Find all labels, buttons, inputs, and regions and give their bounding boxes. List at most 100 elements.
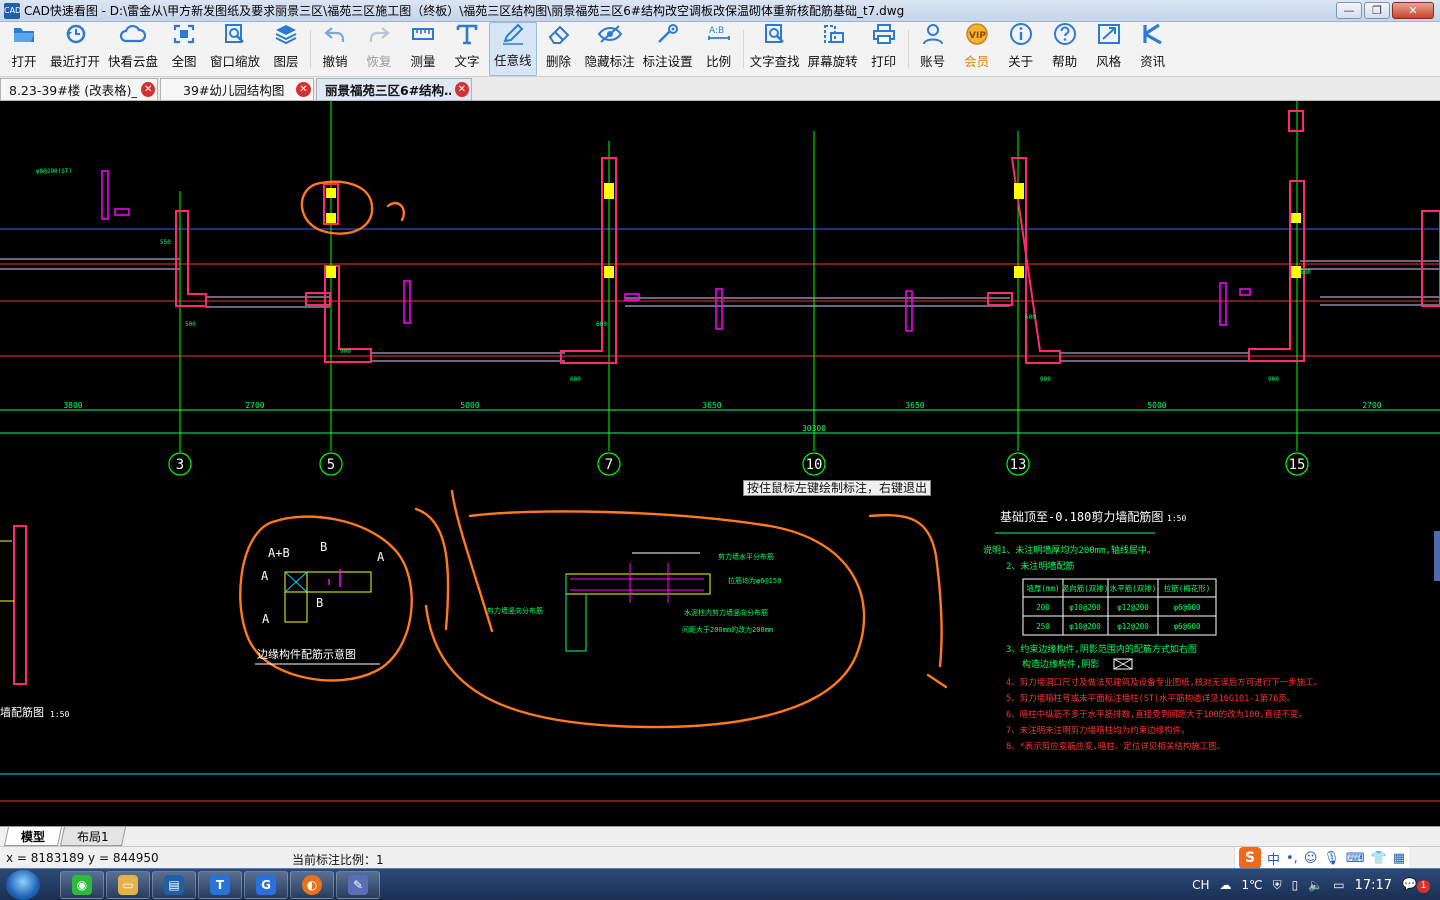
minimize-button[interactable]: —	[1336, 2, 1362, 19]
notification-icon[interactable]: 💬 1	[1402, 877, 1430, 893]
ime-emoji-icon[interactable]: ☺	[1304, 851, 1318, 866]
security-shield-icon[interactable]: ⛨	[1273, 878, 1282, 893]
close-tab-icon[interactable]: ✕	[454, 82, 469, 97]
detail-label: A	[261, 569, 269, 583]
table-cell: 250	[1036, 622, 1050, 631]
help-button[interactable]: 帮助	[1043, 22, 1087, 76]
annotation-settings-button[interactable]: 标注设置	[639, 22, 697, 76]
dimension-text: 5000	[1147, 401, 1166, 410]
table-header: 竖向筋(双排)	[1062, 583, 1109, 593]
tab-model[interactable]: 模型	[3, 827, 63, 846]
detail-label: 剪力墙水平分布筋	[718, 552, 774, 561]
print-label: 打印	[871, 54, 897, 69]
news-icon	[1140, 22, 1166, 46]
dimension-note: 600	[1025, 314, 1036, 321]
ime-skin-icon[interactable]: 👕	[1371, 851, 1387, 866]
start-button[interactable]	[6, 870, 40, 900]
firefox-icon: ◐	[302, 875, 322, 895]
about-label: 关于	[1008, 54, 1034, 69]
taskbar-app-cad[interactable]: ▤	[152, 871, 196, 899]
ime-voice-icon[interactable]: 🎙	[1323, 851, 1340, 866]
drawing-canvas[interactable]: 3800 2700 5000 3650 3650 5000 2700 30300	[0, 101, 1440, 826]
tray-language[interactable]: CH	[1192, 878, 1209, 892]
about-button[interactable]: 关于	[999, 22, 1043, 76]
dimension-note: 900	[340, 348, 351, 355]
cloud-disk-button[interactable]: 快看云盘	[104, 22, 162, 76]
restore-button[interactable]: ❐	[1364, 2, 1390, 19]
dimension-note: 900	[1040, 376, 1051, 383]
close-button[interactable]: ✕	[1392, 2, 1434, 19]
redo-button[interactable]: 恢复	[357, 22, 401, 76]
taskbar-app-google[interactable]: G	[244, 871, 288, 899]
close-tab-icon[interactable]: ✕	[296, 82, 311, 97]
display-icon[interactable]: ▭	[1333, 878, 1344, 892]
detail-label: A	[262, 612, 270, 626]
open-button[interactable]: 打开	[2, 22, 46, 76]
network-icon[interactable]: ▯	[1292, 878, 1299, 892]
table-cell: φ12@200	[1117, 622, 1149, 631]
layers-button[interactable]: 图层	[264, 22, 308, 76]
freehand-pen-icon	[500, 23, 526, 45]
print-button[interactable]: 打印	[862, 22, 906, 76]
weather-temp[interactable]: 1℃	[1242, 878, 1263, 892]
text-label: 文字	[454, 54, 480, 69]
document-tabs: 8.23-39#楼 (改表格)_t3 ✕ 39#幼儿园结构图 ✕ 丽景福苑三区6…	[0, 77, 1440, 101]
delete-button[interactable]: 删除	[537, 22, 581, 76]
tab-document-3[interactable]: 丽景福苑三区6#结构… ✕	[316, 78, 472, 100]
taskbar-app-explorer[interactable]: ▭	[106, 871, 150, 899]
open-label: 打开	[11, 54, 37, 69]
taskbar-app-tool[interactable]: ✎	[336, 871, 380, 899]
note-line: 8、*表示剪应变筋应变,暗柱、定位详见相关结构施工图。	[1006, 741, 1225, 752]
news-button[interactable]: 资讯	[1131, 22, 1175, 76]
ime-toolbox-icon[interactable]: ▦	[1393, 851, 1405, 866]
close-tab-icon[interactable]: ✕	[141, 82, 155, 97]
scale-button[interactable]: A:B 比例	[697, 22, 741, 76]
vip-button[interactable]: VIP 会员	[955, 22, 999, 76]
ime-keyboard-icon[interactable]: ⌨	[1346, 851, 1365, 866]
tab-layout1[interactable]: 布局1	[59, 827, 126, 846]
volume-icon[interactable]: 🔈	[1308, 878, 1323, 892]
window-zoom-button[interactable]: 窗口缩放	[206, 22, 264, 76]
tab-document-1[interactable]: 8.23-39#楼 (改表格)_t3 ✕	[0, 78, 158, 100]
rotate-screen-button[interactable]: 屏幕旋转	[804, 22, 862, 76]
vertical-scrollbar[interactable]	[1434, 531, 1440, 581]
taskbar-app-wechat[interactable]: ◉	[60, 871, 104, 899]
note-line: 5、剪力墙暗柱号或未平面标注墙柱(ST)水平筋构造详见16G101-1第76页。	[1006, 693, 1295, 704]
note-line: 说明1、未注明墙厚均为200mm,轴线居中。	[983, 544, 1156, 556]
tab-document-2[interactable]: 39#幼儿园结构图 ✕	[160, 78, 314, 100]
text-button[interactable]: 文字	[445, 22, 489, 76]
detail-title: 边缘构件配筋示意图	[257, 647, 356, 661]
fit-all-button[interactable]: 全图	[162, 22, 206, 76]
detail-wall-section: 剪力墙水平分布筋 拉筋均为φ6@150 剪力墙竖向分布筋 水泥柱内剪力墙竖向分布…	[487, 552, 781, 652]
hide-annotation-button[interactable]: 隐藏标注	[581, 22, 639, 76]
axis-bubbles	[168, 451, 1309, 476]
ime-language[interactable]: 中	[1267, 849, 1280, 868]
ime-toolbar[interactable]: S 中 •, ☺ 🎙 ⌨ 👕 ▦	[1234, 847, 1410, 869]
text-search-button[interactable]: 文字查找	[746, 22, 804, 76]
cad-drawing: 3800 2700 5000 3650 3650 5000 2700 30300	[0, 101, 1440, 802]
undo-button[interactable]: 撤销	[313, 22, 357, 76]
delete-label: 删除	[546, 54, 572, 69]
status-bar: x = 8183189 y = 844950 当前标注比例：1 S 中 •, ☺…	[0, 846, 1440, 869]
recent-open-button[interactable]: 最近打开	[46, 22, 104, 76]
tab-label: 39#幼儿园结构图	[183, 83, 285, 98]
annotation-settings-icon	[655, 22, 681, 46]
dimension-text: 3650	[702, 401, 721, 410]
info-icon	[1008, 22, 1034, 46]
left-wall-detail: 墙配筋图 1:50	[0, 525, 69, 719]
style-button[interactable]: 风格	[1087, 22, 1131, 76]
taskbar-app-firefox[interactable]: ◐	[290, 871, 334, 899]
vip-label: 会员	[964, 54, 990, 69]
account-button[interactable]: 账号	[911, 22, 955, 76]
ime-punctuation[interactable]: •,	[1286, 851, 1298, 866]
text-icon	[454, 22, 480, 46]
measure-button[interactable]: 测量	[401, 22, 445, 76]
clock[interactable]: 17:17	[1355, 878, 1392, 893]
windows-taskbar: ◉ ▭ ▤ T G ◐ ✎ CH ☁ 1℃ ⛨ ▯ 🔈 ▭ 17:17 💬 1	[0, 868, 1440, 900]
weather-icon[interactable]: ☁	[1220, 878, 1232, 892]
freehand-line-button[interactable]: 任意线	[489, 22, 537, 76]
toolbar-separator	[310, 30, 312, 68]
svg-text:A:B: A:B	[709, 26, 724, 36]
taskbar-app-tiandi[interactable]: T	[198, 871, 242, 899]
detail-label: 拉筋均为φ6@150	[728, 576, 781, 585]
